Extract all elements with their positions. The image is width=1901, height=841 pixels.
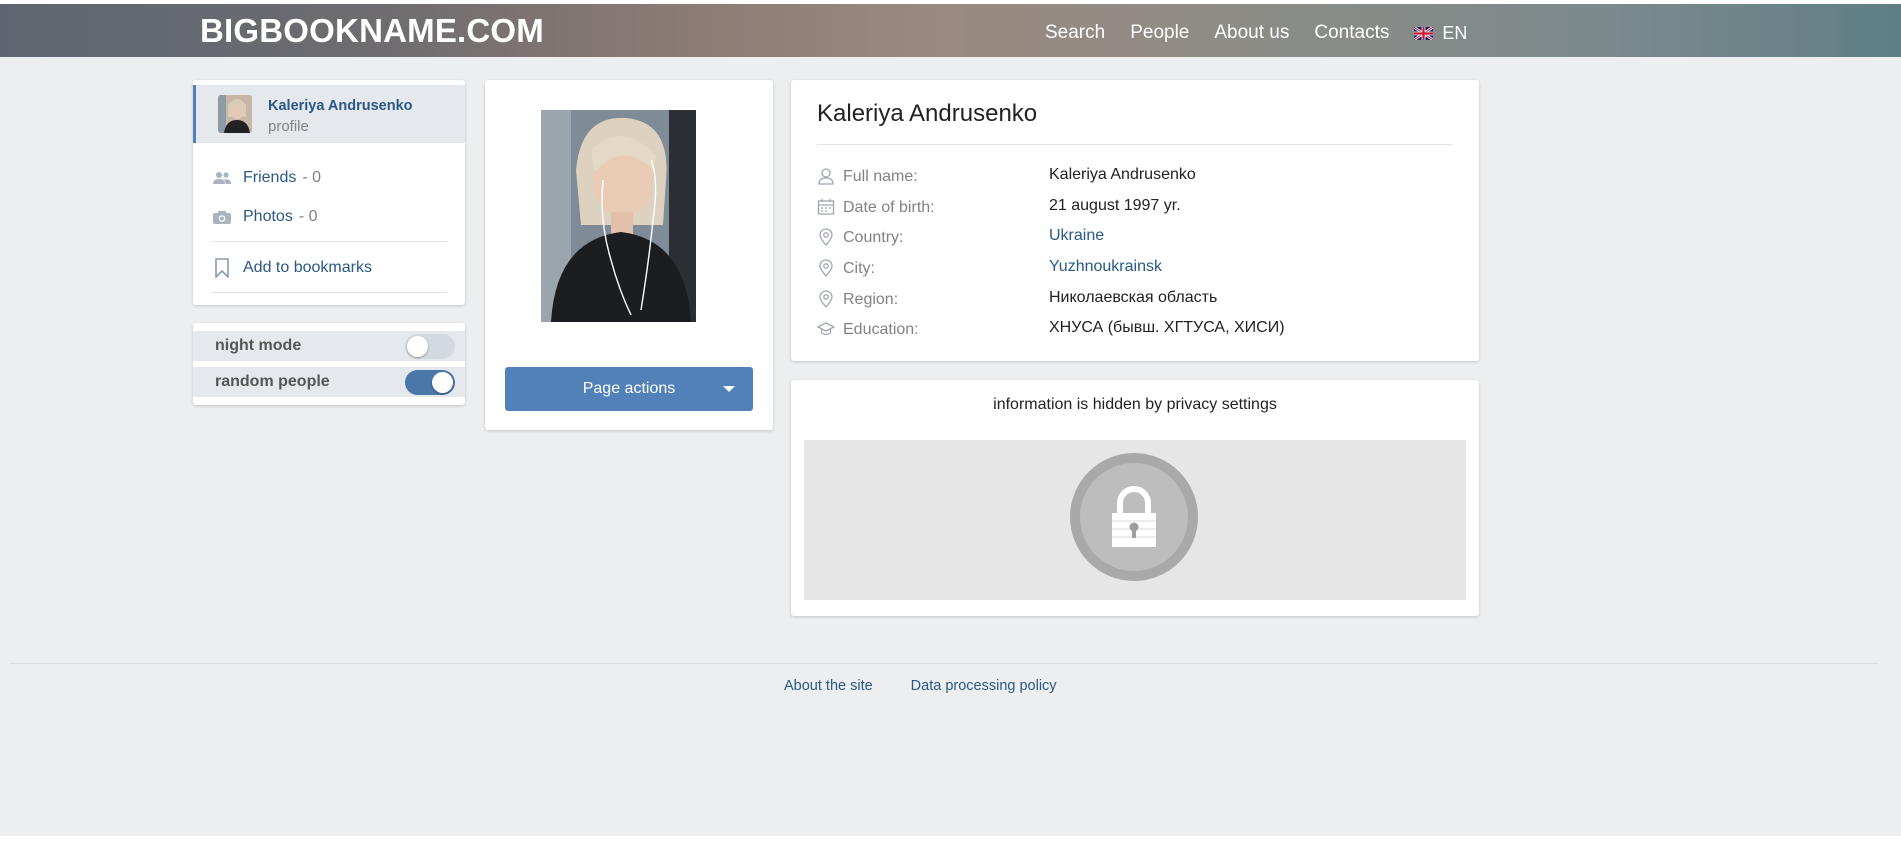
info-row-region: Region: Николаевская область	[817, 289, 1457, 311]
nav-people[interactable]: People	[1130, 22, 1189, 44]
profile-info-card: Kaleriya Andrusenko Full name: Kaleriya …	[791, 80, 1479, 361]
sidebar-profile-item[interactable]: Kaleriya Andrusenko profile	[193, 85, 465, 143]
sidebar-profile-name: Kaleriya Andrusenko	[268, 98, 413, 114]
lock-icon	[1112, 486, 1156, 547]
info-label: Full name:	[843, 168, 918, 185]
city-link[interactable]: Yuzhnoukrainsk	[1049, 258, 1162, 276]
location-icon	[817, 259, 835, 277]
night-mode-toggle[interactable]	[405, 334, 455, 359]
info-value: 21 august 1997 yr.	[1049, 197, 1181, 214]
bookmark-icon	[211, 258, 233, 278]
location-icon	[817, 228, 835, 246]
location-icon	[817, 290, 835, 308]
info-row-city: City: Yuzhnoukrainsk	[817, 258, 1457, 280]
info-row-full-name: Full name: Kaleriya Andrusenko	[817, 166, 1457, 188]
add-bookmark-label: Add to bookmarks	[243, 259, 372, 276]
camera-icon	[211, 210, 233, 225]
info-label: Region:	[843, 291, 899, 308]
footer: About the site Data processing policy	[784, 678, 1095, 694]
sidebar-profile-sub: profile	[268, 118, 309, 135]
bottom-border	[0, 836, 1901, 841]
privacy-card: information is hidden by privacy setting…	[791, 380, 1479, 616]
main-nav: Search People About us Contacts EN	[1045, 22, 1467, 44]
divider	[211, 241, 447, 242]
sidebar-item-friends-label: Friends	[243, 169, 297, 186]
privacy-message: information is hidden by privacy setting…	[993, 396, 1277, 413]
divider	[211, 292, 447, 293]
country-link[interactable]: Ukraine	[1049, 227, 1104, 245]
info-label: Date of birth:	[843, 199, 935, 216]
settings-panel: night mode random people	[193, 323, 465, 405]
sidebar-item-friends[interactable]: Friends - 0	[211, 166, 321, 190]
lock-badge	[1070, 453, 1198, 581]
site-logo[interactable]: BIGBOOKNAME.COM	[200, 12, 544, 50]
add-bookmark-button[interactable]: Add to bookmarks	[211, 256, 372, 280]
random-people-label: random people	[215, 373, 330, 390]
chevron-down-icon	[723, 386, 735, 392]
random-people-row: random people	[193, 367, 465, 397]
night-mode-label: night mode	[215, 337, 302, 354]
info-label: Country:	[843, 229, 904, 246]
info-row-date-of-birth: Date of birth: 21 august 1997 yr.	[817, 197, 1457, 219]
avatar	[218, 95, 252, 133]
privacy-placeholder	[804, 440, 1466, 600]
uk-flag-icon	[1414, 26, 1434, 40]
info-label: City:	[843, 260, 875, 277]
nav-search[interactable]: Search	[1045, 22, 1105, 44]
page-actions-button[interactable]: Page actions	[505, 367, 753, 411]
footer-privacy-policy-link[interactable]: Data processing policy	[911, 678, 1057, 694]
nav-about-us[interactable]: About us	[1214, 22, 1289, 44]
person-icon	[817, 167, 835, 185]
language-switcher[interactable]: EN	[1414, 23, 1467, 44]
info-value: ХНУСА (бывш. ХГТУСА, ХИСИ)	[1049, 319, 1285, 336]
sidebar-menu: Kaleriya Andrusenko profile Friends - 0 …	[193, 80, 465, 305]
profile-photo-card: Page actions	[485, 80, 773, 430]
photos-count: - 0	[298, 208, 318, 225]
nav-contacts[interactable]: Contacts	[1314, 22, 1389, 44]
info-value: Николаевская область	[1049, 289, 1218, 306]
graduation-cap-icon	[817, 320, 835, 338]
calendar-icon	[817, 198, 835, 216]
sidebar-item-photos[interactable]: Photos - 0	[211, 205, 317, 229]
friends-count: - 0	[302, 169, 322, 186]
footer-about-link[interactable]: About the site	[784, 678, 873, 694]
language-label: EN	[1442, 22, 1468, 43]
info-value: Kaleriya Andrusenko	[1049, 166, 1196, 183]
random-people-toggle[interactable]	[405, 370, 455, 395]
footer-divider	[10, 663, 1878, 664]
page-title: Kaleriya Andrusenko	[817, 100, 1038, 127]
page-actions-label: Page actions	[582, 380, 676, 397]
info-label: Education:	[843, 321, 919, 338]
friends-icon	[211, 171, 233, 185]
site-header: BIGBOOKNAME.COM Search People About us C…	[0, 4, 1901, 57]
sidebar-item-photos-label: Photos	[243, 208, 293, 225]
night-mode-row: night mode	[193, 331, 465, 361]
info-row-country: Country: Ukraine	[817, 227, 1457, 249]
info-row-education: Education: ХНУСА (бывш. ХГТУСА, ХИСИ)	[817, 319, 1457, 341]
divider	[817, 144, 1453, 145]
profile-photo[interactable]	[541, 110, 696, 322]
